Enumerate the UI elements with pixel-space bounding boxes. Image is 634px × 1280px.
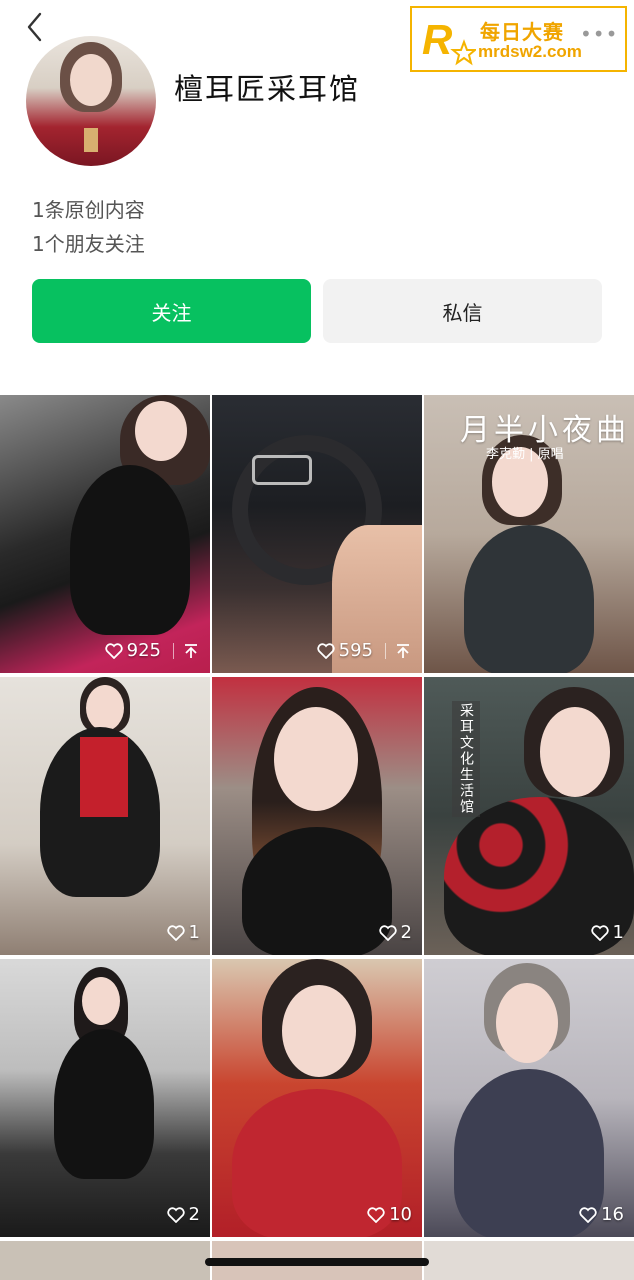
heart-icon — [166, 924, 185, 941]
message-button[interactable]: 私信 — [323, 279, 602, 343]
r-star-logo: R — [420, 14, 478, 68]
heart-icon — [316, 642, 335, 659]
post-tile[interactable]: 16 — [424, 959, 634, 1237]
post-tile[interactable]: 925 — [0, 395, 210, 673]
avatar[interactable] — [26, 36, 156, 166]
like-count: 2 — [378, 922, 412, 943]
post-tile[interactable] — [424, 1241, 634, 1280]
like-count: 10 — [367, 1204, 412, 1225]
pin-icon — [385, 642, 412, 659]
follow-button[interactable]: 关注 — [32, 279, 311, 343]
watermark-url: mrdsw2.com — [478, 42, 582, 61]
post-tile[interactable]: 采耳文化生活馆 1 — [424, 677, 634, 955]
heart-icon — [104, 642, 123, 659]
post-overlay-sign: 采耳文化生活馆 — [452, 701, 480, 817]
heart-icon — [166, 1206, 185, 1223]
back-button[interactable] — [22, 10, 50, 44]
heart-icon — [378, 924, 397, 941]
like-count: 1 — [590, 922, 624, 943]
post-tile[interactable]: 1 — [0, 677, 210, 955]
like-count: 1 — [166, 922, 200, 943]
post-tile[interactable] — [0, 1241, 210, 1280]
post-tile[interactable]: 2 — [0, 959, 210, 1237]
like-count: 595 — [316, 640, 412, 661]
post-overlay-subtitle: 李克勤 | 原唱 — [486, 447, 564, 462]
post-tile[interactable]: 月半小夜曲 李克勤 | 原唱 — [424, 395, 634, 673]
profile-name: 檀耳匠采耳馆 — [174, 72, 361, 106]
post-tile[interactable]: 595 — [212, 395, 422, 673]
home-indicator[interactable] — [205, 1258, 429, 1266]
watermark-brand: 每日大赛 — [480, 20, 564, 44]
heart-icon — [579, 1206, 597, 1223]
post-tile[interactable]: 2 — [212, 677, 422, 955]
post-tile[interactable]: 10 — [212, 959, 422, 1237]
posts-grid: 925 595 月半小夜曲 李克勤 | 原唱 1 2 采耳文化生活馆 1 2 1… — [0, 395, 634, 1280]
like-count: 16 — [579, 1204, 624, 1225]
chevron-left-icon — [27, 12, 42, 42]
more-dots-icon[interactable]: ••• — [580, 22, 618, 46]
pin-icon — [173, 642, 200, 659]
friends-follow-count[interactable]: 1个朋友关注 — [32, 228, 145, 257]
like-count: 2 — [166, 1204, 200, 1225]
like-count: 925 — [104, 640, 200, 661]
svg-text:R: R — [422, 16, 453, 63]
original-count: 1条原创内容 — [32, 198, 145, 222]
heart-icon — [367, 1206, 385, 1223]
heart-icon — [590, 924, 609, 941]
